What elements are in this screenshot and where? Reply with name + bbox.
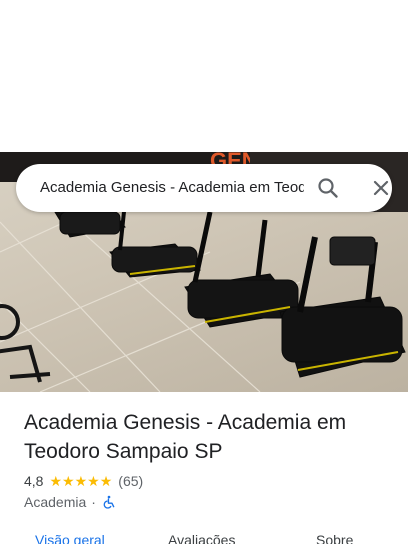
search-bar[interactable]: Academia Genesis - Academia em Teodoro S… [16,164,392,212]
star-icon: ★ [99,473,113,489]
star-rating: ★ ★ ★ ★ ★ [49,474,112,488]
separator-dot: · [91,494,96,510]
review-count[interactable]: (65) [118,473,143,489]
search-icon[interactable] [316,176,340,200]
tab-reviews[interactable]: Avaliações [168,532,235,544]
star-icon: ★ [62,473,75,489]
rating-value: 4,8 [24,473,44,489]
place-page: GENESIS [0,0,408,544]
star-icon: ★ [87,473,100,489]
place-title: Academia Genesis - Academia em Teodoro S… [24,411,347,463]
star-icon: ★ [74,473,88,489]
tab-about[interactable]: Sobre [316,532,353,544]
category-label: Academia [24,494,87,510]
star-icon: ★ [49,473,63,489]
search-input[interactable]: Academia Genesis - Academia em Teodoro S… [40,164,304,212]
rating-row[interactable]: 4,8 ★ ★ ★ ★ ★ (65) [24,471,143,491]
category-row: Academia · [24,492,116,512]
tab-overview[interactable]: Visão geral [35,532,105,544]
close-icon[interactable] [369,176,393,200]
place-tabs: Visão geral Avaliações Sobre [0,528,408,544]
wheelchair-icon [102,495,116,509]
